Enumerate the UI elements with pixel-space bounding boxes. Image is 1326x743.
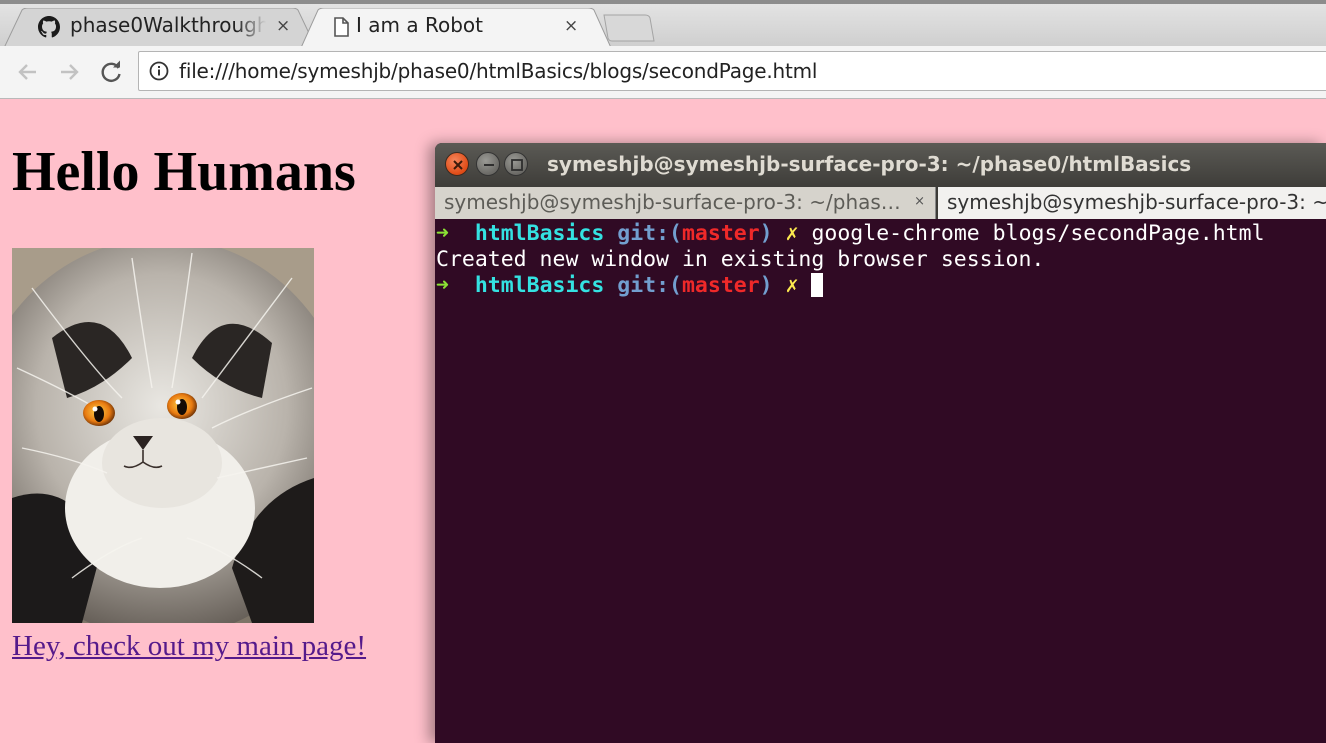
terminal-line-command: ➜ htmlBasics git:(master) ✗ google-chrom… <box>436 221 1326 247</box>
minimize-icon <box>484 164 494 166</box>
back-button[interactable] <box>14 58 42 86</box>
forward-button[interactable] <box>55 58 83 86</box>
forward-arrow-icon <box>61 64 79 80</box>
terminal-window: symeshjb@symeshjb-surface-pro-3: ~/phase… <box>435 143 1326 743</box>
window-minimize-button[interactable] <box>476 152 500 176</box>
tab-close-icon[interactable]: × <box>564 16 578 36</box>
prompt-dirty-icon: ✗ <box>785 273 799 298</box>
terminal-tab-label: symeshjb@symeshjb-surface-pro-3: ~/phase… <box>444 190 908 214</box>
terminal-tab-active[interactable]: symeshjb@symeshjb-surface-pro-3: ~/ <box>938 187 1326 219</box>
tab-title: I am a Robot <box>356 13 483 37</box>
prompt-git-prefix: git:( <box>617 273 682 298</box>
tab-title: phase0Walkthrough <box>70 13 266 37</box>
reload-button[interactable] <box>97 58 125 86</box>
prompt-git-suffix: ) <box>759 221 773 246</box>
prompt-arrow-icon: ➜ <box>436 273 449 298</box>
page-heading: Hello Humans <box>12 141 356 203</box>
terminal-tab-close-icon[interactable]: × <box>914 194 925 209</box>
main-page-link[interactable]: Hey, check out my main page! <box>12 630 366 663</box>
address-bar[interactable]: file:///home/symeshjb/phase0/htmlBasics/… <box>138 51 1326 91</box>
prompt-arrow-icon: ➜ <box>436 221 449 246</box>
cat-photo <box>12 248 314 623</box>
browser-tab-active[interactable]: I am a Robot × <box>300 8 612 50</box>
new-tab-button[interactable] <box>603 14 655 42</box>
terminal-tab-inactive[interactable]: symeshjb@symeshjb-surface-pro-3: ~/phase… <box>435 187 936 219</box>
terminal-tab-label: symeshjb@symeshjb-surface-pro-3: ~/ <box>947 190 1326 214</box>
address-url: file:///home/symeshjb/phase0/htmlBasics/… <box>179 59 818 83</box>
browser-tab-github[interactable]: phase0Walkthrough × <box>4 8 316 48</box>
close-icon <box>453 160 463 170</box>
browser-toolbar: file:///home/symeshjb/phase0/htmlBasics/… <box>0 46 1326 99</box>
prompt-directory: htmlBasics <box>474 221 605 246</box>
prompt-branch: master <box>681 221 760 246</box>
terminal-output[interactable]: ➜ htmlBasics git:(master) ✗ google-chrom… <box>435 221 1326 299</box>
window-close-button[interactable] <box>445 152 469 176</box>
github-icon <box>38 16 60 38</box>
terminal-line-prompt: ➜ htmlBasics git:(master) ✗ <box>436 273 1326 299</box>
terminal-titlebar[interactable]: symeshjb@symeshjb-surface-pro-3: ~/phase… <box>435 143 1326 187</box>
terminal-tab-bar: symeshjb@symeshjb-surface-pro-3: ~/phase… <box>435 187 1326 219</box>
output-text: Created new window in existing browser s… <box>436 247 1045 272</box>
prompt-git-prefix: git:( <box>617 221 682 246</box>
terminal-line-output: Created new window in existing browser s… <box>436 247 1326 273</box>
prompt-dirty-icon: ✗ <box>785 221 799 246</box>
reload-icon <box>101 60 121 82</box>
info-icon[interactable] <box>149 61 169 81</box>
prompt-git-suffix: ) <box>759 273 773 298</box>
terminal-title: symeshjb@symeshjb-surface-pro-3: ~/phase… <box>547 152 1192 176</box>
prompt-directory: htmlBasics <box>474 273 605 298</box>
browser-tab-strip: phase0Walkthrough × I am a Robot × <box>0 0 1326 50</box>
prompt-branch: master <box>681 273 760 298</box>
maximize-icon <box>511 159 523 171</box>
terminal-cursor[interactable] <box>811 273 824 297</box>
window-maximize-button[interactable] <box>504 152 528 176</box>
back-arrow-icon <box>18 64 36 80</box>
document-icon <box>334 17 349 37</box>
command-text: google-chrome blogs/secondPage.html <box>811 221 1265 246</box>
tab-close-icon[interactable]: × <box>276 16 290 36</box>
